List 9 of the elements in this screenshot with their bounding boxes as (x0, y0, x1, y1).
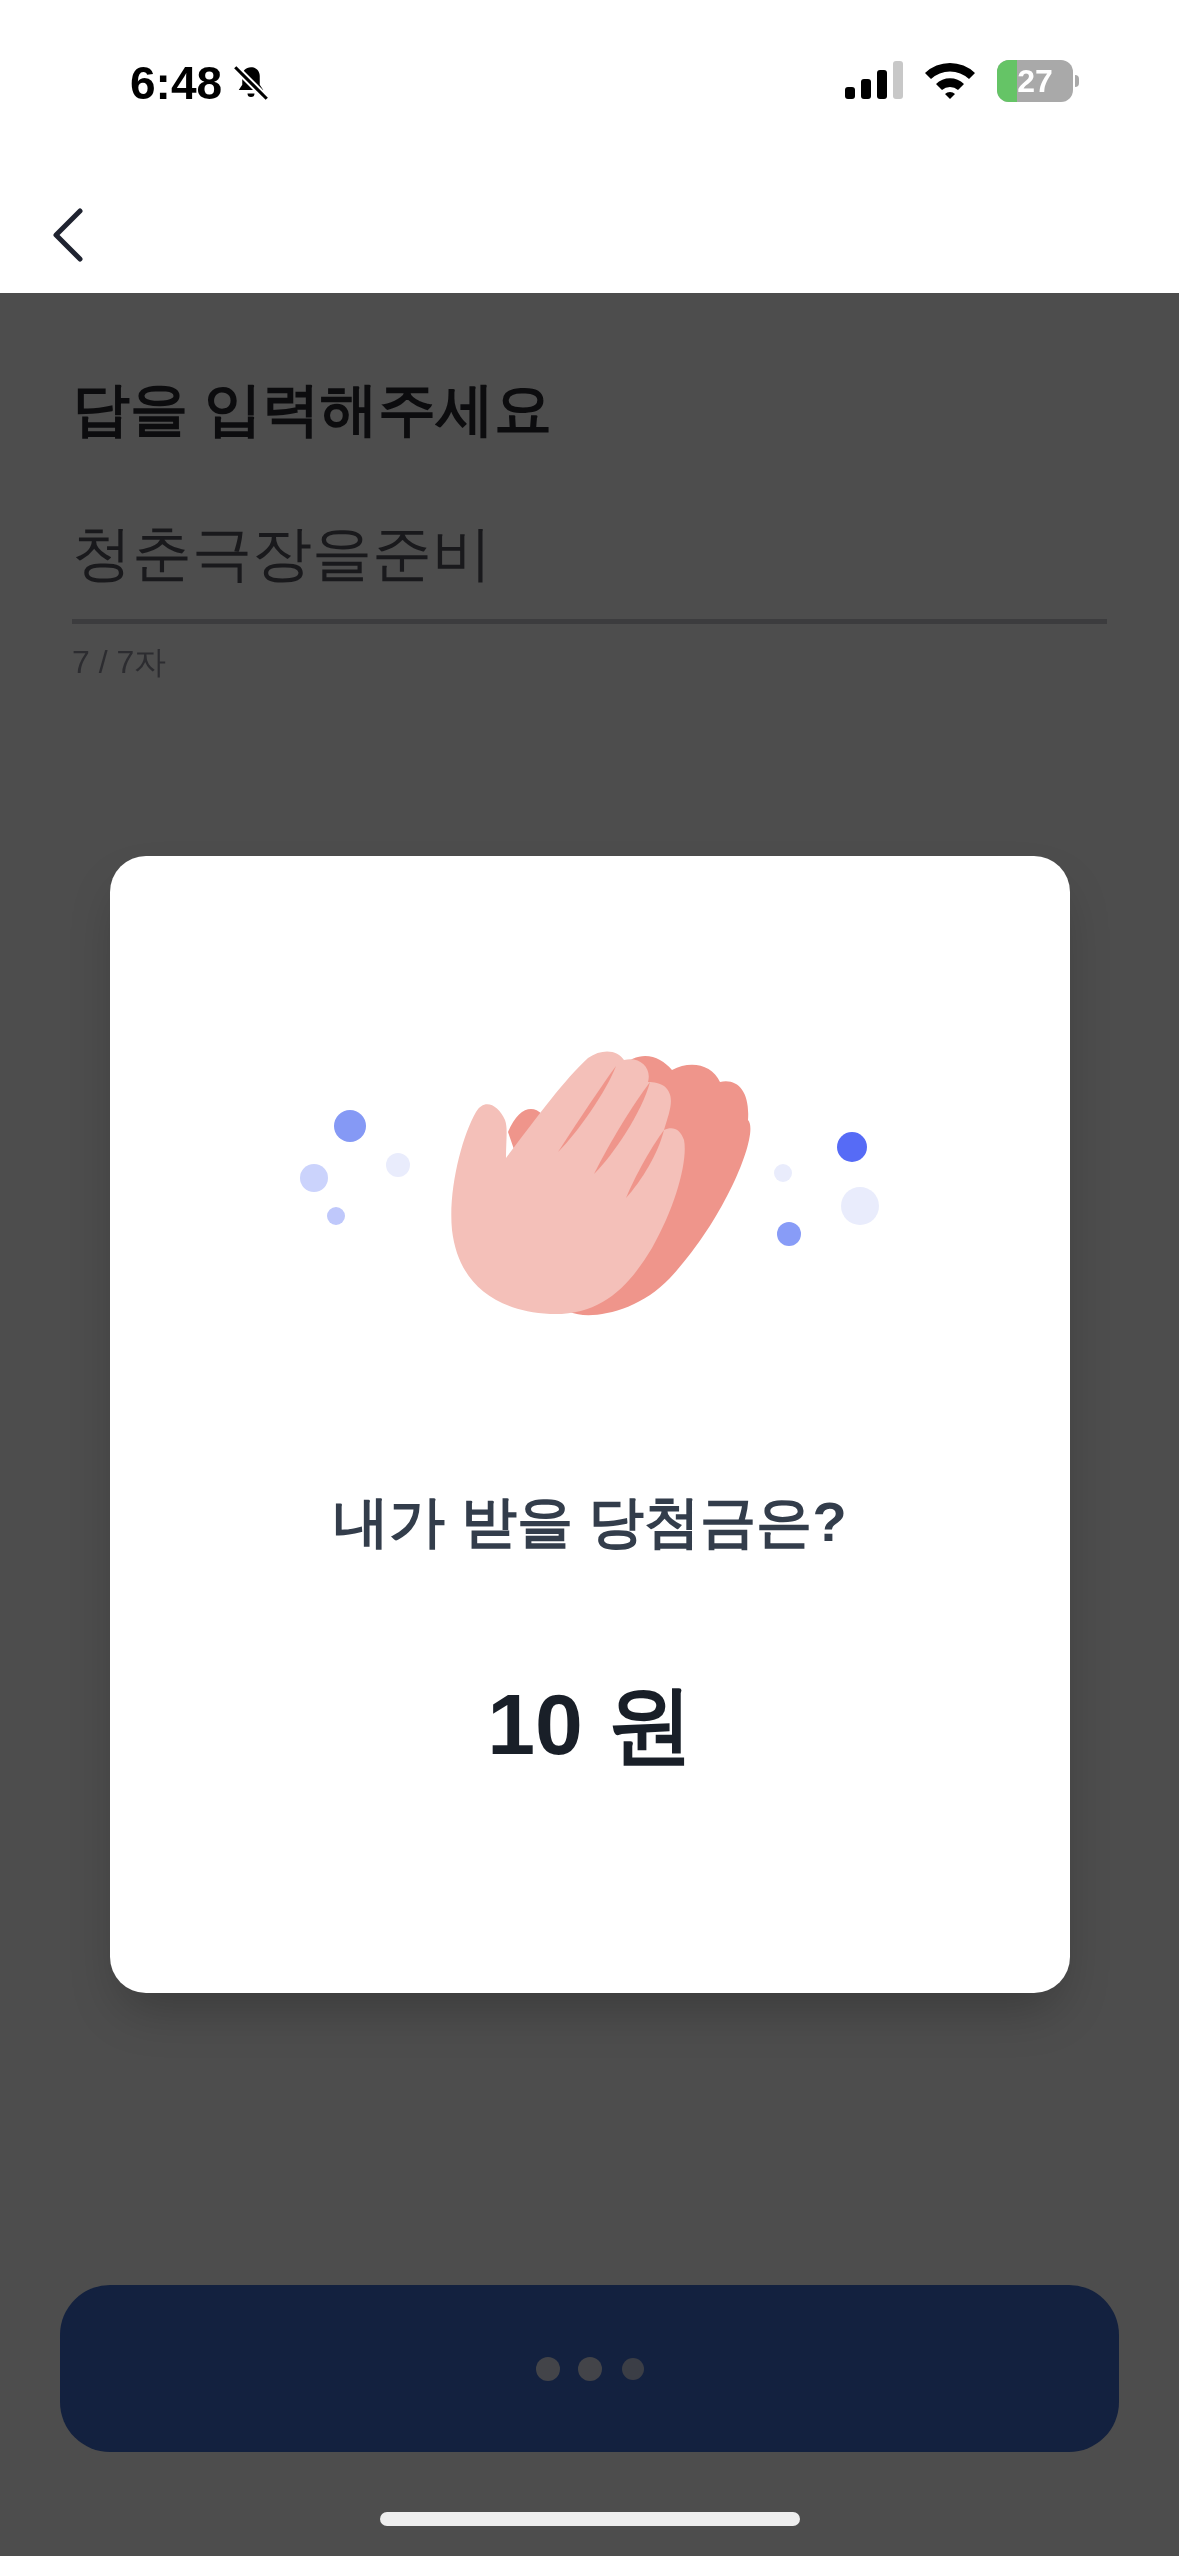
wifi-icon (923, 61, 977, 101)
page-title: 답을 입력해주세요 (72, 375, 554, 443)
battery-indicator: 27 (997, 60, 1079, 102)
signal-icon (845, 61, 903, 101)
prize-amount: 10 원 (487, 1675, 693, 1774)
status-time: 6:48 (130, 60, 223, 106)
loading-dots-icon (534, 2355, 645, 2382)
prize-question: 내가 받을 당첨금은? (333, 1489, 847, 1555)
back-icon[interactable] (50, 206, 86, 263)
